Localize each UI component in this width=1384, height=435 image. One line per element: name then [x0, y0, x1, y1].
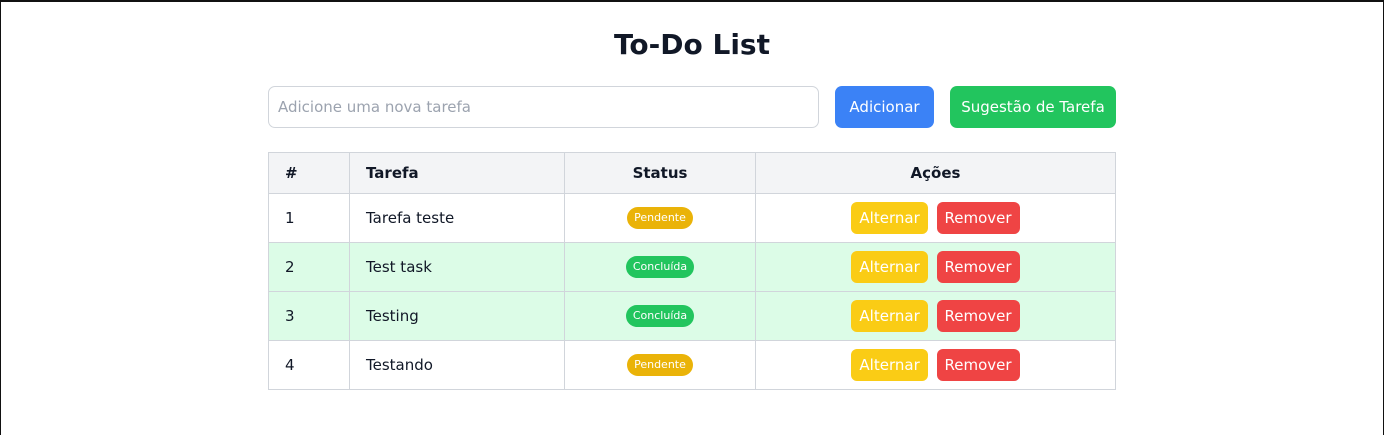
row-num: 4 [268, 340, 350, 390]
remove-button[interactable]: Remover [936, 349, 1020, 381]
row-status-cell: Concluída [564, 291, 756, 341]
status-badge: Pendente [627, 207, 693, 229]
toggle-button[interactable]: Alternar [851, 349, 928, 381]
remove-button[interactable]: Remover [936, 300, 1020, 332]
new-task-input[interactable] [268, 86, 819, 128]
status-badge: Concluída [625, 305, 695, 327]
row-status-cell: Concluída [564, 242, 756, 292]
header-task: Tarefa [349, 152, 565, 194]
row-actions: Alternar Remover [755, 291, 1116, 341]
row-status-cell: Pendente [564, 193, 756, 243]
remove-button[interactable]: Remover [936, 251, 1020, 283]
row-status-cell: Pendente [564, 340, 756, 390]
row-actions: Alternar Remover [755, 340, 1116, 390]
suggest-task-button[interactable]: Sugestão de Tarefa [950, 86, 1116, 128]
table-row: 2 Test task Concluída Alternar Remover [268, 242, 1116, 292]
row-actions: Alternar Remover [755, 193, 1116, 243]
table-row: 3 Testing Concluída Alternar Remover [268, 291, 1116, 341]
row-num: 2 [268, 242, 350, 292]
row-task: Testing [349, 291, 565, 341]
remove-button[interactable]: Remover [936, 202, 1020, 234]
header-status: Status [564, 152, 756, 194]
row-num: 3 [268, 291, 350, 341]
page-title: To-Do List [614, 28, 770, 61]
row-task: Tarefa teste [349, 193, 565, 243]
row-num: 1 [268, 193, 350, 243]
task-table: # Tarefa Status Ações 1 Tarefa teste Pen… [268, 152, 1116, 390]
row-actions: Alternar Remover [755, 242, 1116, 292]
row-task: Test task [349, 242, 565, 292]
status-badge: Pendente [627, 354, 693, 376]
table-row: 4 Testando Pendente Alternar Remover [268, 340, 1116, 390]
add-task-form: Adicionar Sugestão de Tarefa [268, 86, 1116, 128]
header-actions: Ações [755, 152, 1116, 194]
toggle-button[interactable]: Alternar [851, 300, 928, 332]
toggle-button[interactable]: Alternar [851, 202, 928, 234]
toggle-button[interactable]: Alternar [851, 251, 928, 283]
add-button[interactable]: Adicionar [835, 86, 934, 128]
status-badge: Concluída [625, 256, 695, 278]
row-task: Testando [349, 340, 565, 390]
table-header-row: # Tarefa Status Ações [268, 152, 1116, 194]
table-row: 1 Tarefa teste Pendente Alternar Remover [268, 193, 1116, 243]
header-num: # [268, 152, 350, 194]
